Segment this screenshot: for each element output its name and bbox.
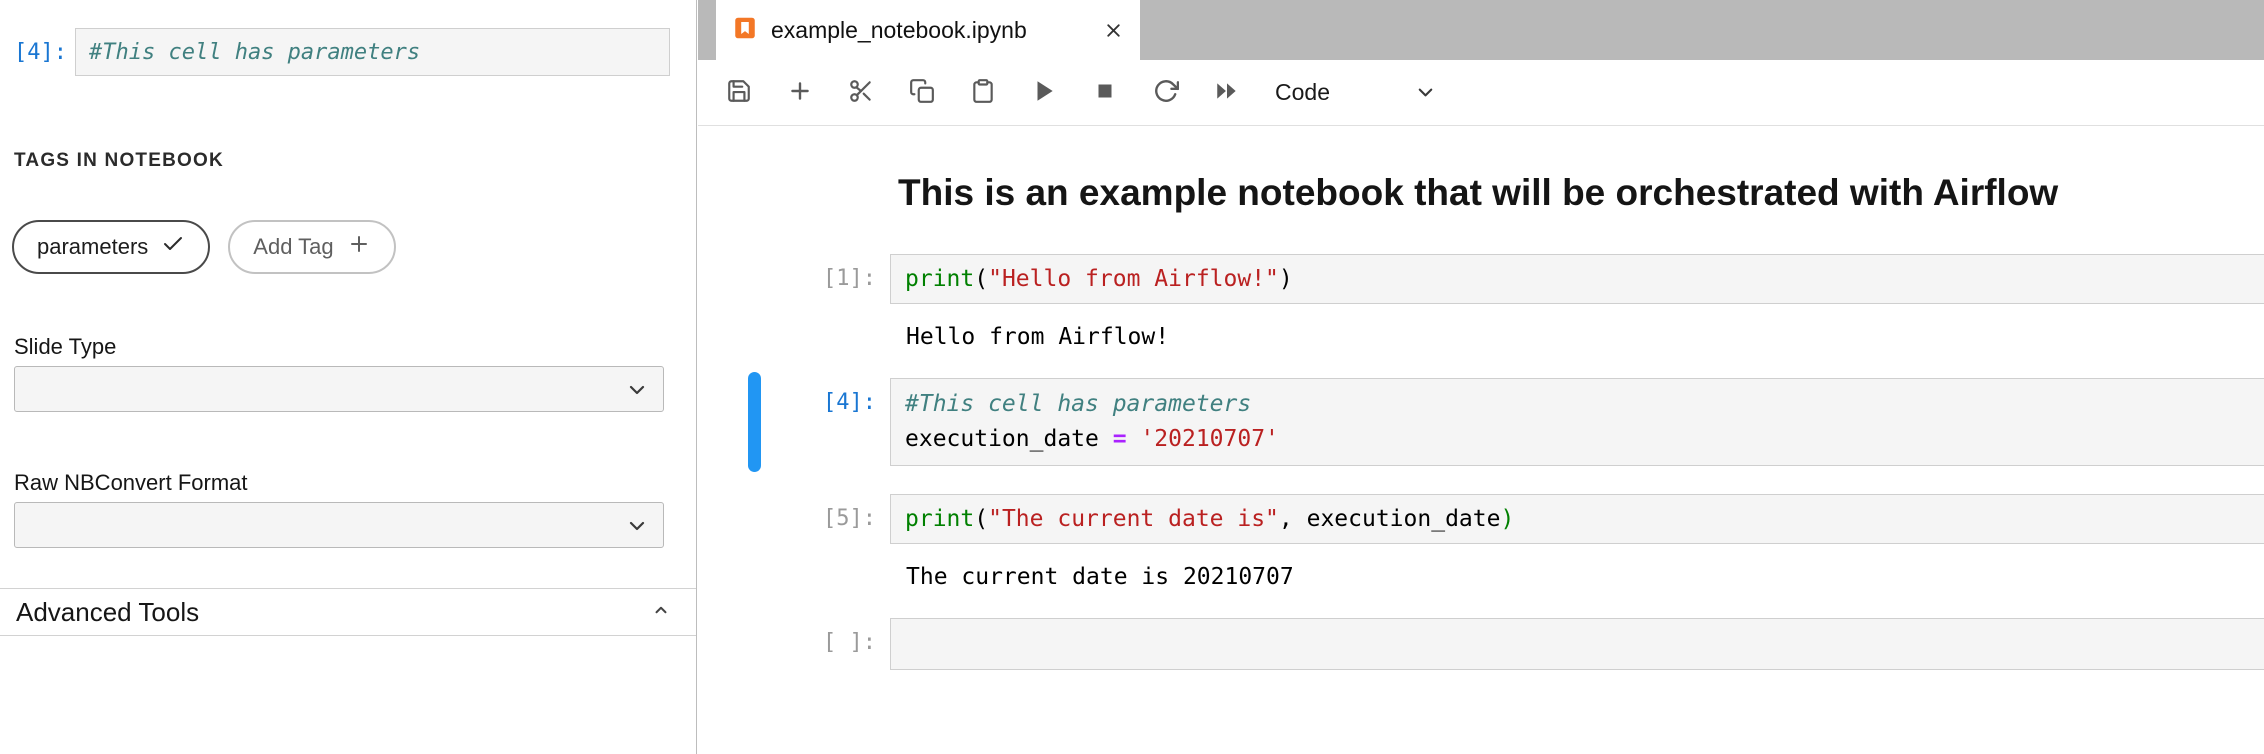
code-token: )	[1279, 266, 1293, 292]
selected-cell-preview: [4]: #This cell has parameters	[0, 28, 696, 76]
cell-prompt: [4]:	[0, 40, 75, 65]
code-token-string: "Hello from Airflow!"	[988, 266, 1279, 292]
plus-icon	[347, 232, 371, 262]
tab-title: example_notebook.ipynb	[771, 17, 1027, 44]
chevron-down-icon	[625, 378, 649, 407]
code-line: execution_date = '20210707'	[891, 422, 2264, 457]
advanced-tools-section[interactable]: Advanced Tools	[0, 588, 696, 636]
add-tag-button[interactable]: Add Tag	[228, 220, 395, 274]
notebook-panel: example_notebook.ipynb	[698, 0, 2264, 754]
tag-label: parameters	[37, 234, 148, 260]
code-token-builtin: print	[905, 266, 974, 292]
code-token: )	[1500, 506, 1514, 532]
slide-type-label: Slide Type	[14, 334, 116, 360]
cell-prompt: [ ]:	[698, 630, 876, 655]
save-icon	[726, 78, 752, 107]
tags-in-notebook-header: TAGS IN NOTEBOOK	[14, 150, 224, 172]
insert-cell-below-button[interactable]	[787, 80, 813, 106]
raw-nbconvert-select[interactable]	[14, 502, 664, 548]
cell-type-value: Code	[1275, 79, 1330, 106]
code-token-comment: #This cell has parameters	[905, 391, 1251, 417]
restart-kernel-button[interactable]	[1153, 80, 1179, 106]
slide-type-select[interactable]	[14, 366, 664, 412]
code-token: (	[974, 506, 988, 532]
tags-list: parameters Add Tag	[12, 220, 396, 274]
tag-parameters[interactable]: parameters	[12, 220, 210, 274]
cut-cells-icon	[848, 78, 874, 107]
code-token: execution_date	[905, 426, 1113, 452]
code-line: #This cell has parameters	[891, 387, 2264, 422]
cut-cells-button[interactable]	[848, 80, 874, 106]
notebook-icon	[732, 15, 758, 46]
collapse-caret-icon	[652, 601, 670, 624]
notebook-heading: This is an example notebook that will be…	[898, 172, 2058, 214]
cell-output-5: The current date is 20210707	[906, 562, 1294, 592]
add-tag-label: Add Tag	[253, 234, 333, 260]
interrupt-kernel-icon	[1092, 78, 1118, 107]
paste-cells-icon	[970, 78, 996, 107]
cell-output-1: Hello from Airflow!	[906, 322, 1169, 352]
property-inspector-sidebar: [4]: #This cell has parameters TAGS IN N…	[0, 0, 697, 754]
cell-editor[interactable]: print("Hello from Airflow!")	[890, 254, 2264, 304]
code-token-operator: =	[1113, 426, 1127, 452]
advanced-tools-label: Advanced Tools	[16, 597, 199, 628]
jupyterlab-window: [4]: #This cell has parameters TAGS IN N…	[0, 0, 2264, 754]
cell-preview-code: #This cell has parameters	[89, 40, 420, 65]
code-line: print("Hello from Airflow!")	[891, 255, 2264, 303]
cell-prompt: [4]:	[698, 390, 876, 415]
cell-editor[interactable]: #This cell has parameters execution_date …	[890, 378, 2264, 466]
chevron-down-icon	[625, 514, 649, 543]
run-cell-icon	[1031, 78, 1057, 107]
notebook-tab[interactable]: example_notebook.ipynb	[716, 0, 1140, 60]
restart-kernel-icon	[1153, 78, 1179, 107]
code-line: print("The current date is", execution_d…	[891, 495, 2264, 543]
copy-cells-button[interactable]	[909, 80, 935, 106]
run-cell-button[interactable]	[1031, 80, 1057, 106]
code-token: (	[974, 266, 988, 292]
code-token-string: '20210707'	[1127, 426, 1279, 452]
copy-cells-icon	[909, 78, 935, 107]
code-token-string: "The current date is"	[988, 506, 1279, 532]
cell-type-dropdown[interactable]: Code	[1275, 79, 1437, 106]
insert-cell-below-icon	[787, 78, 813, 107]
code-token-builtin: print	[905, 506, 974, 532]
run-all-cells-button[interactable]	[1214, 80, 1240, 106]
selected-cell-indicator[interactable]	[748, 372, 761, 472]
check-icon	[161, 232, 185, 262]
paste-cells-button[interactable]	[970, 80, 996, 106]
raw-nbconvert-label: Raw NBConvert Format	[14, 470, 248, 496]
code-token: , execution_date	[1279, 506, 1501, 532]
cell-prompt: [1]:	[698, 266, 876, 291]
close-icon[interactable]	[1103, 20, 1124, 41]
cell-editor[interactable]	[890, 618, 2264, 670]
save-button[interactable]	[726, 80, 752, 106]
cell-prompt: [5]:	[698, 506, 876, 531]
cell-preview-editor[interactable]: #This cell has parameters	[75, 28, 670, 76]
notebook-toolbar: Code	[698, 60, 2264, 126]
chevron-down-icon	[1414, 81, 1437, 104]
interrupt-kernel-button[interactable]	[1092, 80, 1118, 106]
dock-tab-bar: example_notebook.ipynb	[698, 0, 2264, 60]
cell-editor[interactable]: print("The current date is", execution_d…	[890, 494, 2264, 544]
notebook-content: This is an example notebook that will be…	[698, 126, 2264, 754]
run-all-cells-icon	[1214, 78, 1240, 107]
